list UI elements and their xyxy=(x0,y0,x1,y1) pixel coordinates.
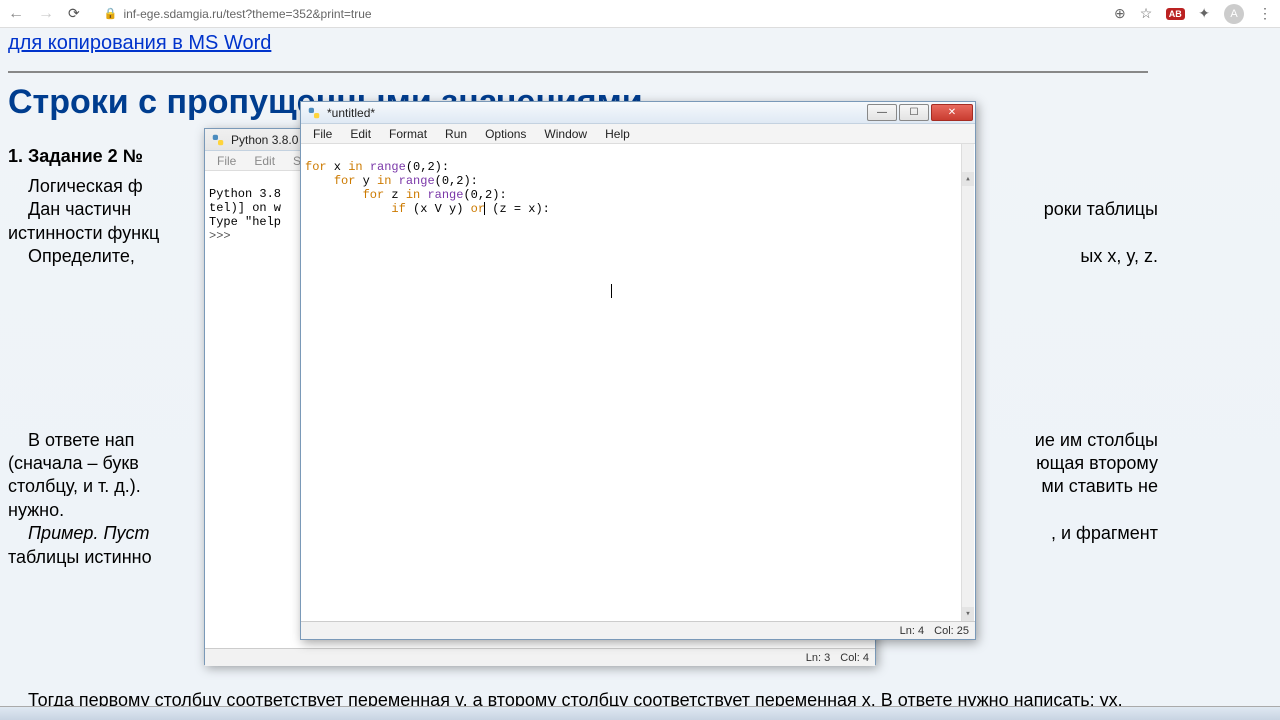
vertical-scrollbar[interactable]: ▴ ▾ xyxy=(961,144,974,621)
os-taskbar[interactable] xyxy=(0,706,1280,720)
forward-button[interactable]: → xyxy=(38,5,54,23)
menu-format[interactable]: Format xyxy=(381,125,435,143)
python-editor-window[interactable]: *untitled* — ☐ ✕ File Edit Format Run Op… xyxy=(300,101,976,640)
menu-edit[interactable]: Edit xyxy=(342,125,379,143)
extensions-icon[interactable]: ✦ xyxy=(1198,5,1210,22)
zoom-icon[interactable]: ⊕ xyxy=(1114,5,1126,22)
minimize-button[interactable]: — xyxy=(867,104,897,121)
menu-options[interactable]: Options xyxy=(477,125,534,143)
editor-status-ln: Ln: 4 xyxy=(900,625,924,637)
scroll-down-button[interactable]: ▾ xyxy=(962,607,974,621)
editor-titlebar[interactable]: *untitled* — ☐ ✕ xyxy=(301,102,975,124)
editor-body[interactable]: for x in range(0,2): for y in range(0,2)… xyxy=(301,144,975,621)
url-text: inf-ege.sdamgia.ru/test?theme=352&print=… xyxy=(123,7,371,21)
shell-status-ln: Ln: 3 xyxy=(806,652,830,664)
close-button[interactable]: ✕ xyxy=(931,104,973,121)
reload-button[interactable]: ⟳ xyxy=(68,5,80,22)
editor-status-col: Col: 25 xyxy=(934,625,969,637)
browser-toolbar: ← → ⟳ 🔒 inf-ege.sdamgia.ru/test?theme=35… xyxy=(0,0,1280,28)
menu-edit[interactable]: Edit xyxy=(246,152,283,170)
browser-actions: ⊕ ☆ AB ✦ A ⋮ xyxy=(1114,4,1272,24)
divider xyxy=(8,71,1148,73)
editor-menubar: File Edit Format Run Options Window Help xyxy=(301,124,975,144)
shell-statusbar: Ln: 3 Col: 4 xyxy=(205,648,875,666)
menu-file[interactable]: File xyxy=(305,125,340,143)
maximize-button[interactable]: ☐ xyxy=(899,104,929,121)
menu-run[interactable]: Run xyxy=(437,125,475,143)
editor-statusbar: Ln: 4 Col: 25 xyxy=(301,621,975,639)
address-bar[interactable]: 🔒 inf-ege.sdamgia.ru/test?theme=352&prin… xyxy=(94,5,1100,23)
lock-icon: 🔒 xyxy=(104,7,118,20)
adblock-icon[interactable]: AB xyxy=(1166,5,1184,23)
shell-status-col: Col: 4 xyxy=(840,652,869,664)
back-button[interactable]: ← xyxy=(8,5,24,23)
menu-window[interactable]: Window xyxy=(536,125,595,143)
avatar[interactable]: A xyxy=(1224,4,1244,24)
window-controls: — ☐ ✕ xyxy=(867,104,973,121)
insertion-cursor xyxy=(611,284,612,298)
top-link[interactable]: для копирования в MS Word xyxy=(8,32,271,55)
menu-help[interactable]: Help xyxy=(597,125,638,143)
bookmark-icon[interactable]: ☆ xyxy=(1140,5,1153,22)
kebab-menu-icon[interactable]: ⋮ xyxy=(1258,5,1272,22)
scroll-up-button[interactable]: ▴ xyxy=(962,172,974,186)
menu-file[interactable]: File xyxy=(209,152,244,170)
editor-title: *untitled* xyxy=(327,106,861,120)
python-icon xyxy=(211,133,225,147)
python-icon xyxy=(307,106,321,120)
